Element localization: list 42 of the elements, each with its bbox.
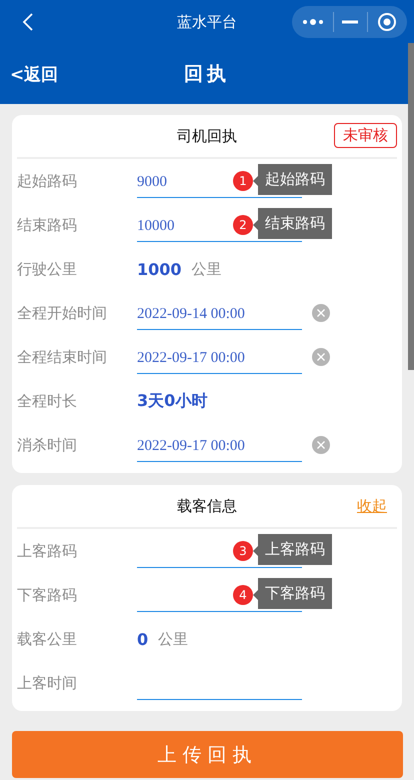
field-label: 全程开始时间	[17, 304, 108, 322]
step-badge: 1	[233, 171, 253, 191]
field-label: 行驶公里	[17, 260, 78, 278]
field-label: 结束路码	[17, 216, 78, 234]
close-icon[interactable]	[376, 12, 397, 32]
tooltip: 结束路码	[253, 208, 332, 239]
input-field[interactable]: 2022-09-14 00:00	[137, 300, 302, 330]
step-badge: 4	[233, 585, 253, 605]
clear-icon[interactable]	[312, 348, 330, 366]
tooltip: 下客路码	[253, 578, 332, 609]
field-value: 3天0小时	[137, 390, 208, 412]
field-label: 起始路码	[17, 172, 78, 190]
back-link[interactable]: <返回	[10, 62, 58, 86]
scrollbar[interactable]	[408, 43, 414, 370]
field-label: 上客路码	[17, 542, 78, 560]
input-field[interactable]: 2022-09-17 00:00	[137, 344, 302, 374]
field-value: 0	[137, 630, 148, 648]
step-badge: 2	[233, 215, 253, 235]
status-badge: 未审核	[334, 123, 397, 148]
unit-label: 公里	[192, 260, 222, 278]
page-title: 回执	[183, 62, 231, 87]
back-icon[interactable]	[22, 12, 34, 32]
step-badge: 3	[233, 541, 253, 561]
field-label: 下客路码	[17, 586, 78, 604]
app-title: 蓝水平台	[176, 12, 238, 32]
more-icon[interactable]	[302, 18, 324, 26]
field-label: 全程结束时间	[17, 348, 108, 366]
minimize-icon[interactable]	[342, 20, 358, 24]
tooltip: 起始路码	[253, 164, 332, 195]
submit-button[interactable]: 上传回执	[12, 731, 403, 778]
field-value: 1000	[137, 260, 182, 278]
field-label: 全程时长	[17, 392, 78, 410]
unit-label: 公里	[158, 630, 188, 648]
field-label: 消杀时间	[17, 436, 78, 454]
clear-icon[interactable]	[312, 304, 330, 322]
input-field[interactable]: 2022-09-17 00:00	[137, 432, 302, 462]
field-label: 上客时间	[17, 674, 78, 692]
tooltip: 上客路码	[253, 534, 332, 565]
section-title: 司机回执	[177, 126, 237, 146]
clear-icon[interactable]	[312, 436, 330, 454]
section-title: 载客信息	[177, 496, 237, 516]
field-label: 载客公里	[17, 630, 78, 648]
